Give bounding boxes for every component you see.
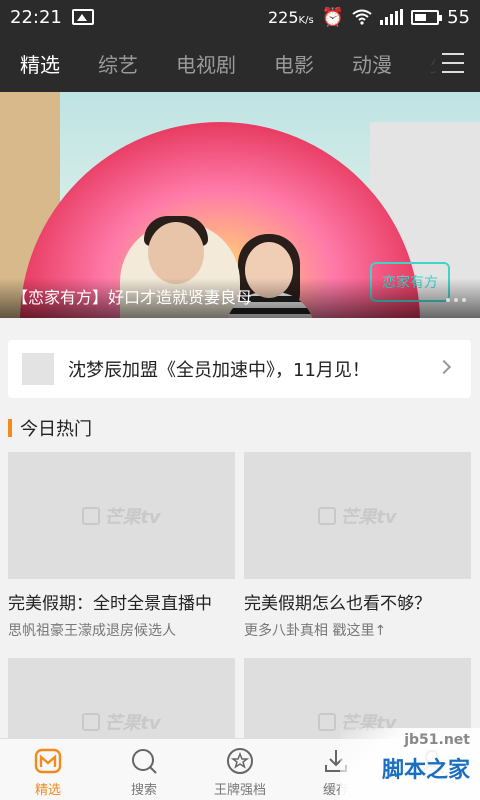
video-subtitle: 更多八卦真相 戳这里↑ xyxy=(244,623,387,639)
status-right: 225K/s ⏰ 55 xyxy=(268,7,470,28)
tab-movie[interactable]: 电影 xyxy=(274,49,314,78)
tab-anime[interactable]: 动漫 xyxy=(352,49,392,78)
site-watermark-domain: jb51.net xyxy=(404,732,470,748)
mango-tv-watermark: 芒果tv xyxy=(82,503,161,529)
mango-tv-watermark: 芒果tv xyxy=(82,709,161,735)
image-notification-icon xyxy=(72,9,94,25)
notice-text: 沈梦辰加盟《全员加速中》，11月见！ xyxy=(68,360,370,381)
video-card[interactable]: 芒果tv 完美假期：全时全景直播中 思帆祖豪王濛成退房候选人 xyxy=(8,452,235,640)
video-title: 完美假期怎么也看不够？ xyxy=(244,594,431,614)
notice-thumbnail xyxy=(22,353,54,385)
tab-home[interactable]: 精选 xyxy=(0,739,96,800)
video-subtitle: 思帆祖豪王濛成退房候选人 xyxy=(8,623,176,639)
menu-icon[interactable] xyxy=(442,53,464,73)
search-icon xyxy=(130,747,158,775)
alarm-icon: ⏰ xyxy=(321,6,345,28)
tab-home-label: 精选 xyxy=(34,783,61,798)
tab-tv-series[interactable]: 电视剧 xyxy=(176,49,236,78)
star-icon xyxy=(226,747,254,775)
signal-icon xyxy=(380,9,404,25)
wifi-icon xyxy=(352,9,372,25)
page-indicator xyxy=(446,298,466,302)
tab-top-shows[interactable]: 王牌强档 xyxy=(192,739,288,800)
network-speed-unit: K/s xyxy=(298,14,314,26)
section-title: 今日热门 xyxy=(20,419,92,440)
video-title: 完美假期：全时全景直播中 xyxy=(8,594,212,614)
site-watermark-name: 脚本之家 xyxy=(381,758,470,783)
video-thumbnail: 芒果tv xyxy=(8,452,235,579)
section-accent-bar xyxy=(8,419,12,437)
hero-banner[interactable]: 恋家有方 【恋家有方】好口才造就贤妻良母 xyxy=(0,92,480,318)
tab-variety[interactable]: 综艺 xyxy=(98,49,138,78)
video-thumbnail: 芒果tv xyxy=(244,452,471,579)
banner-caption: 【恋家有方】好口才造就贤妻良母 xyxy=(12,288,253,307)
video-card[interactable]: 芒果tv 完美假期怎么也看不够？ 更多八卦真相 戳这里↑ xyxy=(244,452,471,640)
section-header: 今日热门 xyxy=(8,416,92,440)
mango-logo-icon xyxy=(34,747,62,775)
chevron-right-icon xyxy=(436,359,452,375)
battery-fill xyxy=(415,13,427,21)
channel-nav: 精选 综艺 电视剧 电影 动漫 少 xyxy=(0,34,480,92)
battery-icon xyxy=(411,9,443,25)
tab-top-shows-label: 王牌强档 xyxy=(213,783,266,798)
network-speed: 225K/s xyxy=(268,8,314,27)
status-bar: 22:21 225K/s ⏰ 55 xyxy=(0,0,480,34)
mango-tv-watermark: 芒果tv xyxy=(318,503,397,529)
banner-actor-head xyxy=(148,222,204,284)
site-watermark: jb51.net 脚本之家 xyxy=(340,728,480,800)
battery-level: 55 xyxy=(447,6,470,28)
tab-search-label: 搜索 xyxy=(130,783,157,798)
network-speed-value: 225 xyxy=(267,7,299,27)
tab-featured[interactable]: 精选 xyxy=(20,49,60,78)
tab-search[interactable]: 搜索 xyxy=(96,739,192,800)
news-notice[interactable]: 沈梦辰加盟《全员加速中》，11月见！ xyxy=(8,340,471,398)
status-time: 22:21 xyxy=(10,6,62,28)
